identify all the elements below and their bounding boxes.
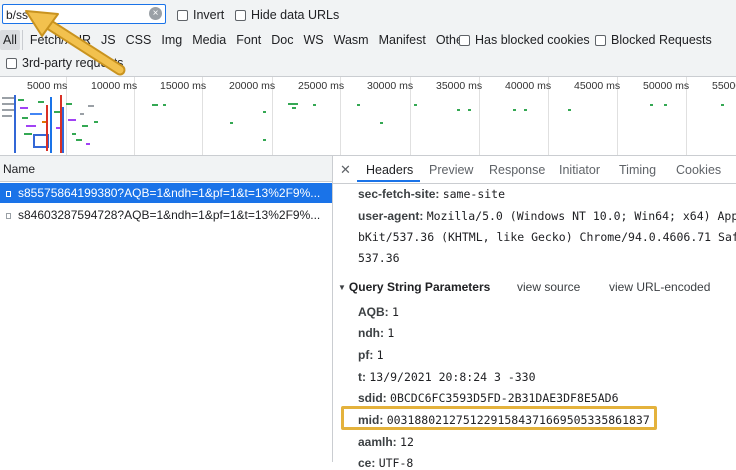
timeline-overview[interactable]: 5000 ms 10000 ms 15000 ms 20000 ms 25000…: [0, 77, 736, 156]
collapse-triangle-icon[interactable]: ▼: [338, 283, 346, 292]
request-type-icon: [6, 190, 11, 197]
request-row[interactable]: s84603287594728?AQB=1&ndh=1&pf=1&t=13%2F…: [0, 205, 332, 225]
param-value: 13/9/2021 20:8:24 3 -330: [369, 370, 536, 384]
waterfall-sparse-marks: [152, 103, 724, 141]
has-blocked-cookies-label: Has blocked cookies: [475, 33, 590, 47]
waterfall-dense-cluster: [2, 95, 98, 153]
request-row[interactable]: s85575864199380?AQB=1&ndh=1&pf=1&t=13%2F…: [0, 183, 332, 203]
type-filter-img[interactable]: Img: [156, 30, 187, 50]
param-key: aamlh:: [358, 435, 397, 449]
has-blocked-cookies-checkbox[interactable]: Has blocked cookies: [459, 33, 590, 47]
checkbox-box[interactable]: [6, 57, 17, 69]
param-key: pf:: [358, 348, 374, 362]
query-param: AQB: 1: [358, 305, 399, 319]
param-value: 1: [392, 305, 399, 319]
view-url-encoded-link[interactable]: view URL-encoded: [609, 280, 710, 294]
invert-checkbox[interactable]: Invert: [177, 8, 224, 22]
close-icon[interactable]: ✕: [340, 162, 351, 178]
header-sec-fetch-site: sec-fetch-site: same-site: [358, 187, 505, 201]
checkbox-box[interactable]: [177, 9, 188, 21]
invert-label: Invert: [193, 8, 225, 22]
tab-preview[interactable]: Preview: [429, 163, 473, 177]
header-value: same-site: [442, 187, 506, 201]
request-name: s85575864199380?AQB=1&ndh=1&pf=1&t=13%2F…: [18, 186, 321, 200]
checkbox-box[interactable]: [235, 9, 246, 21]
param-key: ndh:: [358, 326, 384, 340]
type-filter-wasm[interactable]: Wasm: [329, 30, 374, 50]
param-key: sdid:: [358, 391, 387, 405]
blocked-requests-label: Blocked Requests: [611, 33, 712, 47]
param-key: t:: [358, 370, 366, 384]
hide-data-urls-label: Hide data URLs: [251, 8, 340, 22]
type-filter-font[interactable]: Font: [231, 30, 266, 50]
param-value: UTF-8: [378, 456, 414, 470]
header-value: 537.36: [358, 251, 400, 265]
tab-initiator[interactable]: Initiator: [559, 163, 600, 177]
query-param: t: 13/9/2021 20:8:24 3 -330: [358, 370, 536, 384]
param-value: 0BCDC6FC3593D5FD-2B31DAE3DF8E5AD6: [390, 391, 619, 405]
query-param: sdid: 0BCDC6FC3593D5FD-2B31DAE3DF8E5AD6: [358, 391, 619, 405]
tab-cookies[interactable]: Cookies: [676, 163, 721, 177]
request-list-header[interactable]: Name: [0, 156, 332, 182]
header-value: bKit/537.36 (KHTML, like Gecko) Chrome/9…: [358, 230, 736, 244]
header-key: user-agent:: [358, 209, 424, 223]
tab-timing[interactable]: Timing: [619, 163, 656, 177]
param-key: ce:: [358, 456, 376, 470]
annotation-arrow-icon: [25, 10, 126, 76]
type-filter-media[interactable]: Media: [187, 30, 231, 50]
view-source-link[interactable]: view source: [517, 280, 580, 294]
request-name: s84603287594728?AQB=1&ndh=1&pf=1&t=13%2F…: [18, 208, 321, 222]
type-filter-doc[interactable]: Doc: [266, 30, 298, 50]
name-column-header: Name: [3, 162, 36, 176]
hide-data-urls-checkbox[interactable]: Hide data URLs: [235, 8, 339, 22]
active-tab-indicator: [357, 180, 420, 182]
param-value: 1: [387, 326, 395, 340]
tab-response[interactable]: Response: [489, 163, 545, 177]
query-param: ndh: 1: [358, 326, 394, 340]
param-value: 1: [376, 348, 384, 362]
blocked-requests-checkbox[interactable]: Blocked Requests: [595, 33, 712, 47]
details-tabbar: ✕ Headers Preview Response Initiator Tim…: [333, 156, 736, 184]
checkbox-box[interactable]: [595, 34, 606, 46]
query-param: aamlh: 12: [358, 435, 414, 449]
type-filter-all[interactable]: All: [0, 30, 20, 50]
type-filter-ws[interactable]: WS: [298, 30, 328, 50]
param-key: AQB:: [358, 305, 389, 319]
header-key: sec-fetch-site:: [358, 187, 440, 201]
clear-icon[interactable]: ×: [149, 7, 162, 20]
tab-headers[interactable]: Headers: [366, 163, 413, 177]
checkbox-box[interactable]: [459, 34, 470, 46]
query-param: ce: UTF-8: [358, 456, 413, 470]
query-params-section-header[interactable]: ▼ Query String Parameters: [338, 280, 490, 294]
query-param: pf: 1: [358, 348, 384, 362]
header-user-agent-cont: bKit/537.36 (KHTML, like Gecko) Chrome/9…: [358, 230, 736, 244]
header-user-agent-cont: 537.36: [358, 251, 400, 265]
section-title: Query String Parameters: [348, 280, 491, 294]
mid-highlight-box: [341, 406, 657, 430]
panel-divider[interactable]: [332, 156, 333, 462]
type-filter-manifest[interactable]: Manifest: [374, 30, 431, 50]
request-type-icon: [6, 212, 11, 219]
header-value: Mozilla/5.0 (Windows NT 10.0; Win64; x64…: [426, 209, 736, 223]
timeline-waterfall: [2, 95, 724, 153]
header-user-agent: user-agent: Mozilla/5.0 (Windows NT 10.0…: [358, 209, 736, 223]
param-value: 12: [400, 435, 414, 449]
